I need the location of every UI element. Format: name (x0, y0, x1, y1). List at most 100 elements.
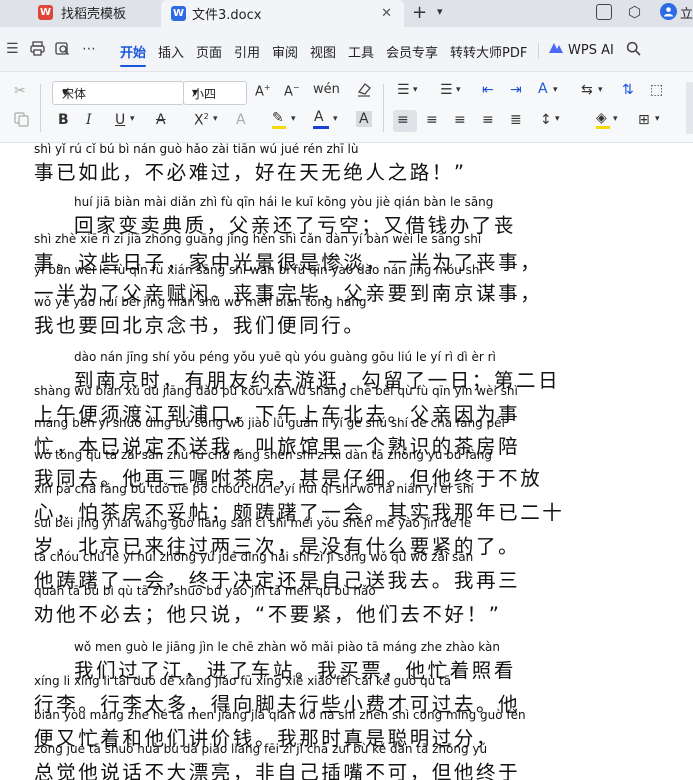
hanzi-row: 我也要回北京念书，我们便同行。 (34, 314, 366, 337)
tab-home[interactable]: 开始 (120, 42, 146, 61)
pinyin-row: yí bàn wèi le fù qīn fù xián sāng shì wá… (34, 263, 483, 277)
increase-font-icon[interactable]: A+ (255, 83, 271, 99)
wps-logo-icon: W (38, 5, 53, 20)
close-tab-icon[interactable]: ✕ (381, 6, 392, 21)
cube-icon[interactable]: ⬡ (628, 3, 641, 21)
title-tab-bar: W 找稻壳模板 W 文件3.docx ✕ + ▾ ⬡ 立 (0, 0, 693, 27)
borders-icon[interactable]: ⊞ (638, 112, 650, 128)
chevron-down-icon[interactable]: ▾ (213, 114, 218, 124)
print-icon[interactable] (30, 41, 45, 60)
pinyin-row: wǒ yě yào huí běi jīng niàn shū wǒ men b… (34, 295, 367, 309)
new-tab-icon[interactable]: + (412, 2, 427, 23)
swap-direction-icon[interactable]: ⇆ (581, 82, 593, 98)
chevron-down-icon[interactable]: ▾ (598, 85, 603, 95)
ribbon-divider (40, 84, 41, 132)
copy-icon[interactable] (14, 112, 29, 131)
chevron-down-icon[interactable]: ▾ (456, 85, 461, 95)
distribute-icon[interactable]: ≣ (510, 112, 522, 128)
bullet-list-icon[interactable]: ☰ (397, 82, 410, 98)
align-right-icon[interactable]: ≡ (454, 112, 466, 128)
chevron-down-icon: ▾ (192, 85, 199, 99)
pinyin-row: xīn pà chá fáng bú tuǒ tiē pō chóu chú l… (34, 482, 474, 496)
pinyin-row: biàn yòu máng zhe hé tā men jiǎng jià qi… (34, 708, 526, 722)
tab-insert[interactable]: 插入 (158, 42, 184, 61)
tab-view[interactable]: 视图 (310, 42, 336, 61)
tab-member[interactable]: 会员专享 (386, 42, 438, 61)
numbered-list-icon[interactable]: ☰ (440, 82, 453, 98)
tab-references[interactable]: 引用 (234, 42, 260, 61)
search-icon[interactable] (626, 41, 641, 60)
hamburger-menu-icon[interactable]: ☰ (6, 41, 19, 57)
pinyin-row: suì běi jīng yǐ lái wǎng guò liǎng sān c… (34, 516, 472, 530)
font-size-select[interactable]: 小四 ▾ (183, 81, 247, 105)
font-color-icon[interactable]: A (314, 109, 324, 125)
bold-icon[interactable]: B (58, 112, 69, 128)
chevron-down-icon[interactable]: ▾ (437, 5, 443, 18)
chevron-down-icon[interactable]: ▾ (655, 114, 660, 124)
pinyin-row: huí jiā biàn mài diǎn zhì fù qīn hái le … (74, 195, 494, 209)
menu-bar: ☰ ⋯ 开始 插入 页面 引用 审阅 视图 工具 会员专享 转转大师PDF WP… (0, 27, 693, 72)
tab-tools[interactable]: 工具 (348, 42, 374, 61)
pinyin-row: dào nán jīng shí yǒu péng yǒu yuē qù yóu… (74, 350, 496, 364)
align-center-icon[interactable]: ≡ (426, 112, 438, 128)
line-spacing-icon[interactable]: ↕ (540, 112, 552, 128)
wps-ai-button[interactable]: WPS AI (548, 42, 614, 58)
chevron-down-icon[interactable]: ▾ (613, 114, 618, 124)
increase-indent-icon[interactable]: ⇥ (510, 82, 522, 98)
user-name[interactable]: 立 (680, 3, 693, 22)
tab-pdf-converter[interactable]: 转转大师PDF (450, 42, 527, 61)
char-shading-icon[interactable]: A (356, 111, 372, 127)
justify-icon[interactable]: ≡ (482, 112, 494, 128)
chevron-down-icon[interactable]: ▾ (413, 85, 418, 95)
align-left-icon[interactable]: ≡ (397, 112, 409, 128)
hanzi-row: 总觉他说话不大漂亮，非自己插嘴不可，但他终于 (34, 761, 521, 780)
wps-ai-icon (548, 42, 564, 58)
tab-review[interactable]: 审阅 (272, 42, 298, 61)
tab-template-label: 找稻壳模板 (61, 7, 127, 22)
highlight-icon[interactable]: ✎ (272, 110, 284, 126)
pinyin-row: máng běn yǐ shuō dìng bú sòng wǒ jiào lǚ… (34, 416, 505, 430)
shading-color-swatch (596, 126, 610, 129)
print-preview-icon[interactable] (55, 41, 70, 60)
more-icon[interactable]: ⋯ (82, 41, 96, 57)
menu-divider (538, 43, 539, 59)
superscript-icon[interactable]: X2 (194, 112, 209, 129)
sort-icon[interactable]: ⇅ (622, 82, 634, 98)
wps-ai-label: WPS AI (568, 42, 614, 58)
tab-template[interactable]: W 找稻壳模板 (30, 0, 158, 25)
chevron-down-icon[interactable]: ▾ (333, 114, 338, 124)
hanzi-row: 事已如此，不必难过，好在天无绝人之路！” (34, 161, 467, 184)
chevron-down-icon[interactable]: ▾ (130, 114, 135, 124)
clear-format-icon[interactable] (356, 82, 372, 101)
decrease-font-icon[interactable]: A− (284, 83, 300, 99)
font-family-select[interactable]: 宋体 ▾ (52, 81, 184, 105)
tab-document[interactable]: W 文件3.docx ✕ (161, 0, 404, 27)
text-effect-icon[interactable]: A (236, 112, 246, 128)
decrease-indent-icon[interactable]: ⇤ (482, 82, 494, 98)
tab-document-label: 文件3.docx (192, 8, 262, 23)
phonetic-guide-icon[interactable]: wén (313, 82, 340, 97)
paragraph-shading-icon[interactable]: ◈ (596, 110, 607, 126)
strikethrough-icon[interactable]: A (156, 112, 166, 128)
italic-icon[interactable]: I (86, 112, 92, 128)
pinyin-row: wǒ men guò le jiāng jìn le chē zhàn wǒ m… (74, 640, 500, 654)
window-mode-icon[interactable] (596, 4, 612, 20)
underline-icon[interactable]: U (115, 112, 125, 128)
chevron-down-icon[interactable]: ▾ (553, 85, 558, 95)
ribbon-divider (383, 84, 384, 132)
chevron-down-icon: ▾ (62, 85, 69, 99)
pinyin-row: zǒng jué tā shuō huà bú dà piào liang fē… (34, 742, 488, 756)
ribbon-scroll-handle[interactable] (686, 82, 693, 134)
ribbon-toolbar: ✂ 宋体 ▾ 小四 ▾ A+ A− wén B I U ▾ A X2 ▾ A ✎… (0, 72, 693, 143)
cut-icon[interactable]: ✂ (14, 83, 26, 99)
document-page[interactable]: shì yǐ rú cǐ bú bì nán guò hǎo zài tiān … (0, 143, 693, 780)
pinyin-row: xíng li xíng li tài duō dé xiàng jiǎo fū… (34, 674, 452, 688)
avatar[interactable] (660, 3, 677, 20)
word-doc-icon: W (171, 6, 186, 21)
pinyin-row: shì yǐ rú cǐ bú bì nán guò hǎo zài tiān … (34, 143, 359, 156)
text-direction-icon[interactable]: A (538, 81, 548, 97)
chevron-down-icon[interactable]: ▾ (291, 114, 296, 124)
tab-page[interactable]: 页面 (196, 42, 222, 61)
chevron-down-icon[interactable]: ▾ (555, 114, 560, 124)
show-marks-icon[interactable]: ⬚ (650, 82, 663, 98)
